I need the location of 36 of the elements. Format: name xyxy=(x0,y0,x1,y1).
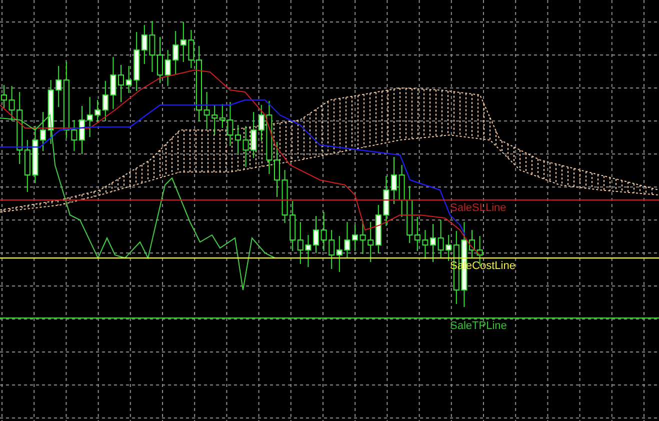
candlestick xyxy=(8,86,15,122)
candlestick xyxy=(48,80,54,144)
candlestick xyxy=(149,20,156,72)
candlestick xyxy=(469,230,475,258)
candlestick xyxy=(282,170,288,224)
candlestick xyxy=(235,124,241,154)
candlestick xyxy=(422,230,428,260)
candlestick xyxy=(126,66,132,94)
candlestick xyxy=(86,96,93,138)
candlestick xyxy=(430,224,436,262)
candlestick xyxy=(242,126,249,168)
candlestick xyxy=(398,164,405,218)
candlestick xyxy=(320,212,327,252)
candlestick xyxy=(391,156,397,204)
candlestick xyxy=(71,120,78,152)
candlestick xyxy=(110,56,116,110)
price-line-label: SaleSLLine xyxy=(450,202,506,214)
candlestick xyxy=(344,222,350,258)
candlestick xyxy=(164,50,171,86)
candlestick xyxy=(227,102,234,146)
candlestick xyxy=(360,220,366,254)
candlestick xyxy=(118,64,124,102)
candlestick xyxy=(383,176,390,226)
candlestick xyxy=(79,106,85,154)
candlestick xyxy=(305,234,312,268)
candlestick xyxy=(157,36,163,84)
candlestick xyxy=(40,112,46,152)
candlestick xyxy=(313,216,319,254)
candlestick xyxy=(204,92,210,130)
candlestick xyxy=(352,224,358,252)
price-line-label: SaleTPLine xyxy=(450,320,507,332)
candlestick xyxy=(438,220,444,258)
candlestick xyxy=(1,84,7,108)
candlestick xyxy=(188,30,194,68)
candlestick xyxy=(274,142,280,198)
candlestick xyxy=(32,126,38,184)
